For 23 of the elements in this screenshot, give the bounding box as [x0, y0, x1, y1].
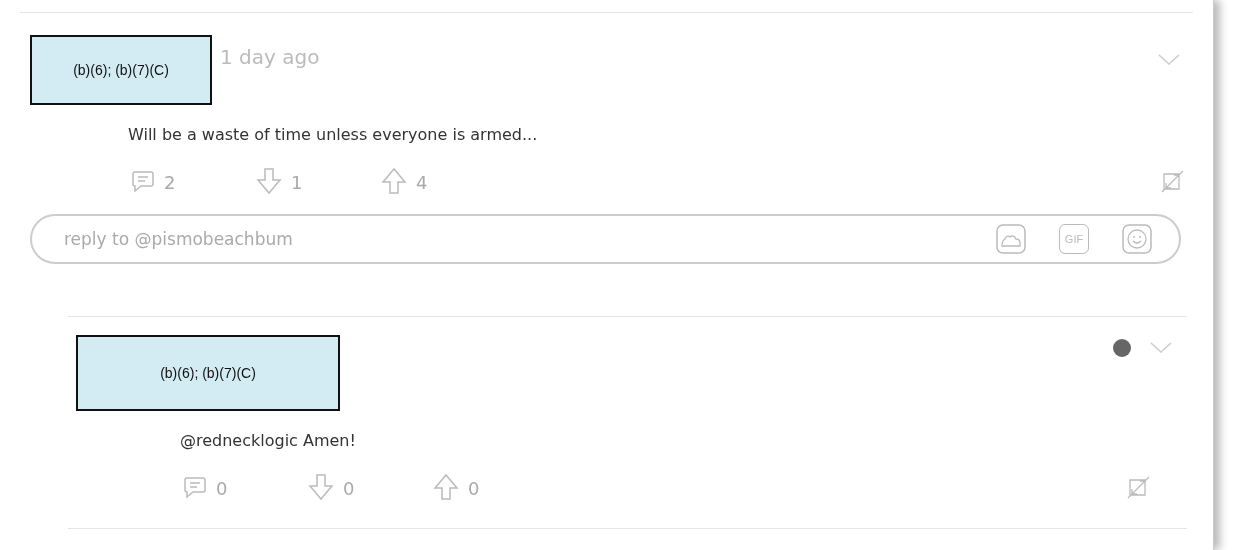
image-icon[interactable]	[995, 223, 1027, 255]
redaction-box: (b)(6); (b)(7)(C)	[30, 35, 212, 105]
reply-count: 0	[216, 476, 228, 499]
smiley-icon[interactable]	[1121, 223, 1153, 255]
speech-bubble-icon	[182, 474, 208, 500]
comment-text: Will be a waste of time unless everyone is armed...	[128, 125, 539, 144]
downvote-count: 1	[291, 170, 303, 193]
down-arrow-icon[interactable]	[307, 473, 335, 501]
comment-text: @rednecklogic Amen!	[180, 431, 357, 450]
upvote-count: 4	[416, 170, 428, 193]
timestamp: 1 day ago	[220, 45, 320, 69]
up-arrow-icon[interactable]	[380, 167, 408, 195]
chevron-down-icon[interactable]	[1157, 53, 1181, 67]
reply-field[interactable]: reply to @pismobeachbum GIF	[30, 214, 1181, 264]
gif-icon[interactable]: GIF	[1059, 224, 1089, 254]
down-arrow-icon[interactable]	[255, 167, 283, 195]
upvote-count: 0	[468, 476, 480, 499]
up-arrow-icon[interactable]	[432, 473, 460, 501]
redaction-box: (b)(6); (b)(7)(C)	[76, 335, 340, 411]
reply-count: 2	[164, 170, 176, 193]
speech-bubble-icon	[130, 168, 156, 194]
downvote-count: 0	[343, 476, 355, 499]
chevron-down-icon[interactable]	[1149, 341, 1173, 355]
